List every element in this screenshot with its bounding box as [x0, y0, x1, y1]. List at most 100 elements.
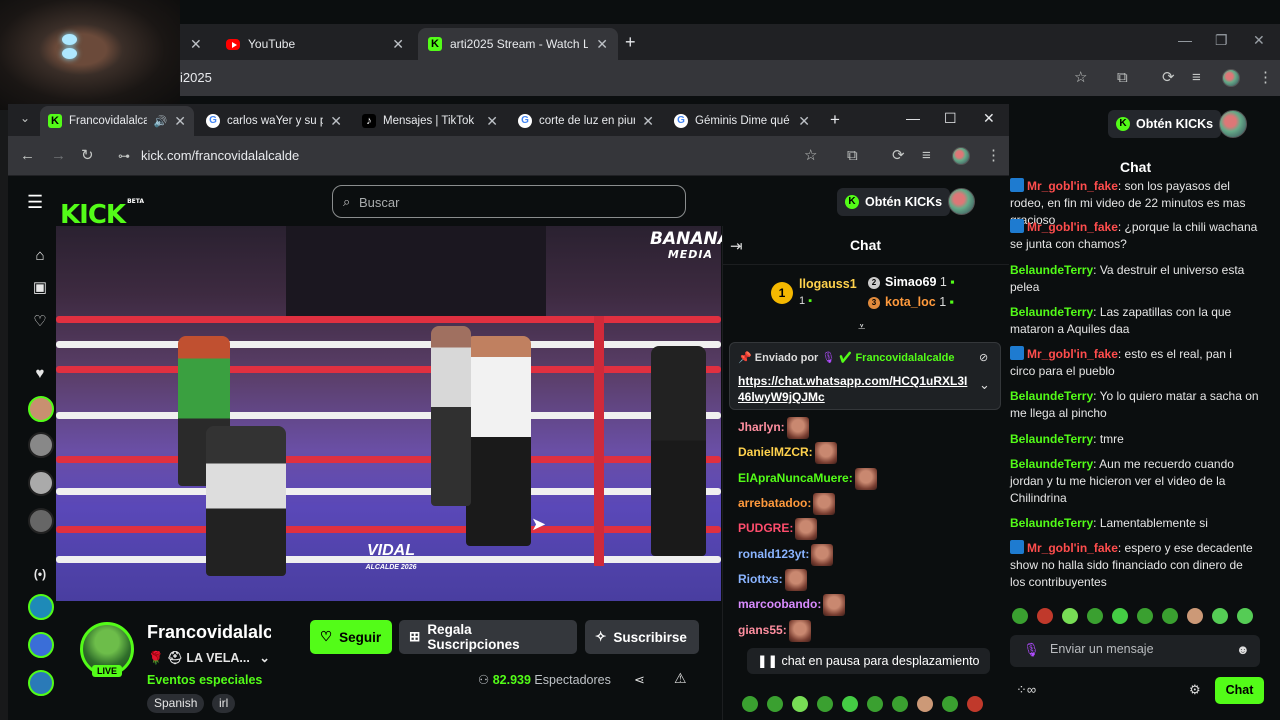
chat-username[interactable]: Mr_gobl'in_fake [1027, 347, 1118, 361]
close-icon[interactable]: ✕ [174, 113, 186, 130]
new-tab-icon[interactable]: + [830, 110, 840, 130]
chat-username[interactable]: Mr_gobl'in_fake [1027, 179, 1118, 193]
close-icon[interactable]: ✕ [642, 113, 654, 130]
inner-tab-google[interactable]: G Géminis Dime qué es ✕ [666, 106, 818, 136]
emote-icon[interactable] [1187, 608, 1203, 624]
emote-icon[interactable] [1162, 608, 1178, 624]
follow-button[interactable]: ♡ Seguir [310, 620, 392, 654]
emote-icon[interactable] [792, 696, 808, 712]
pinned-link[interactable]: https://chat.whatsapp.com/HCQ1uRXL3I46lw… [738, 373, 970, 405]
extensions-icon[interactable]: ⧉ [1117, 70, 1128, 86]
emote-icon[interactable] [1212, 608, 1228, 624]
get-kicks-button[interactable]: K Obtén KICKs [837, 188, 951, 216]
close-window-icon[interactable]: ✕ [983, 110, 995, 127]
chevron-down-icon[interactable]: ⌄ [979, 377, 990, 393]
forward-arrow-icon[interactable]: → [51, 148, 66, 164]
close-icon[interactable]: ✕ [798, 113, 810, 130]
outer-chat-input[interactable]: 🎙 ☻ [1010, 635, 1260, 667]
close-window-icon[interactable]: ✕ [1253, 32, 1265, 49]
leaderboard-entry[interactable]: Simao69 1 ▪ [885, 275, 955, 289]
share-icon[interactable]: ⋖ [634, 672, 645, 688]
following-heart-icon[interactable]: ♡ [30, 312, 50, 332]
emote-icon[interactable] [892, 696, 908, 712]
chat-username[interactable]: Mr_gobl'in_fake [1027, 541, 1118, 555]
video-player[interactable]: VIDAL ALCALDE 2026 ➤ [56, 226, 721, 601]
emote-icon[interactable] [1037, 608, 1053, 624]
outer-url-text[interactable]: i2025 [180, 70, 212, 85]
bookmark-star-icon[interactable]: ☆ [804, 148, 817, 164]
bookmark-star-icon[interactable]: ☆ [1074, 70, 1087, 86]
outer-user-avatar[interactable] [1219, 110, 1247, 138]
chat-username[interactable]: BelaundeTerry [1010, 457, 1093, 471]
maximize-icon[interactable]: ❐ [1215, 32, 1228, 49]
close-icon[interactable]: ✕ [330, 113, 342, 130]
points-icon[interactable]: ⁘∞ [1016, 682, 1036, 698]
outer-tab-arti2025[interactable]: K arti2025 Stream - Watch Live o ✕ [418, 28, 618, 60]
chat-username[interactable]: DanielMZCR: [738, 445, 813, 459]
hamburger-menu-icon[interactable]: ☰ [27, 192, 43, 213]
media-icon[interactable]: ≡ [922, 148, 931, 164]
chevron-down-icon[interactable]: ⌄ [259, 651, 269, 665]
gift-subscriptions-button[interactable]: ⊞ Regala Suscripciones [399, 620, 577, 654]
chat-username[interactable]: PUDGRE: [738, 521, 793, 535]
chat-username[interactable]: arrebatadoo: [738, 496, 811, 510]
emote-icon[interactable] [1237, 608, 1253, 624]
chat-username[interactable]: gians55: [738, 623, 787, 637]
chat-username[interactable]: BelaundeTerry [1010, 389, 1093, 403]
emote-icon[interactable] [1087, 608, 1103, 624]
minimize-icon[interactable]: — [906, 110, 920, 126]
outer-message-field[interactable] [1050, 642, 1230, 656]
search-input[interactable] [359, 192, 659, 212]
inner-tab-google[interactable]: G carlos waYer y su pol ✕ [198, 106, 350, 136]
emote-icon[interactable] [967, 696, 983, 712]
followed-channel-avatar[interactable] [28, 396, 54, 422]
chat-username[interactable]: BelaundeTerry [1010, 516, 1093, 530]
chat-username[interactable]: Riottxs: [738, 572, 783, 586]
chat-username[interactable]: ronald123yt: [738, 547, 809, 561]
emote-icon[interactable] [942, 696, 958, 712]
close-icon[interactable]: ✕ [486, 113, 498, 130]
extensions-icon[interactable]: ⧉ [847, 148, 858, 164]
inner-tab-kick[interactable]: K Francovidalalcal 🔊 ✕ [40, 106, 194, 136]
emote-icon[interactable] [1112, 608, 1128, 624]
outer-chat-send-button[interactable]: Chat [1215, 677, 1264, 704]
close-icon[interactable]: ✕ [190, 36, 202, 53]
stream-tag[interactable]: Spanish [147, 694, 205, 713]
inner-tab-google[interactable]: G corte de luz en piura ✕ [510, 106, 662, 136]
site-info-icon[interactable]: ⊶ [118, 148, 130, 164]
stream-title-row[interactable]: 🌹 ⛑ LA VELA... ⌄ [148, 650, 270, 666]
recommended-channel-avatar[interactable] [28, 670, 54, 696]
emote-icon[interactable] [1137, 608, 1153, 624]
expand-leaderboard-icon[interactable]: ⩡ [858, 319, 865, 335]
outer-tab-partial[interactable]: ✕ [180, 28, 210, 60]
streamer-name[interactable]: Francovidalalca [147, 622, 271, 643]
outer-tab-youtube[interactable]: YouTube ✕ [216, 28, 414, 60]
stream-tag[interactable]: irl [212, 694, 236, 713]
emote-icon[interactable] [842, 696, 858, 712]
menu-icon[interactable]: ⋮ [986, 148, 1001, 164]
chevron-down-icon[interactable]: ⌄ [20, 111, 30, 125]
emoji-icon[interactable]: ☻ [1236, 642, 1250, 657]
speaker-icon[interactable]: 🔊 [154, 115, 168, 128]
profile-avatar[interactable] [952, 147, 970, 165]
chat-username[interactable]: marcoobando: [738, 597, 821, 611]
followed-channel-avatar[interactable] [28, 508, 54, 534]
menu-icon[interactable]: ⋮ [1258, 70, 1273, 86]
sync-icon[interactable]: ⟳ [1162, 70, 1175, 86]
stream-category[interactable]: Eventos especiales [147, 673, 262, 687]
live-broadcast-icon[interactable]: (•) [30, 564, 50, 584]
search-bar[interactable]: ⌕ [332, 185, 686, 218]
sync-icon[interactable]: ⟳ [892, 148, 905, 164]
profile-avatar[interactable] [1222, 69, 1240, 87]
followed-heart-icon[interactable]: ♥ [30, 364, 50, 384]
followed-channel-avatar[interactable] [28, 432, 54, 458]
subscribe-button[interactable]: ✧ Suscribirse [585, 620, 699, 654]
chat-username[interactable]: BelaundeTerry [1010, 305, 1093, 319]
home-icon[interactable]: ⌂ [30, 246, 50, 266]
chat-username[interactable]: Mr_gobl'in_fake [1027, 220, 1118, 234]
chat-username[interactable]: ElApraNuncaMuere: [738, 471, 853, 485]
emote-icon[interactable] [742, 696, 758, 712]
back-arrow-icon[interactable]: ← [20, 148, 35, 164]
kick-logo[interactable]: KICK BETA [60, 188, 144, 229]
leaderboard-entry[interactable]: kota_loc 1 ▪ [885, 295, 954, 309]
